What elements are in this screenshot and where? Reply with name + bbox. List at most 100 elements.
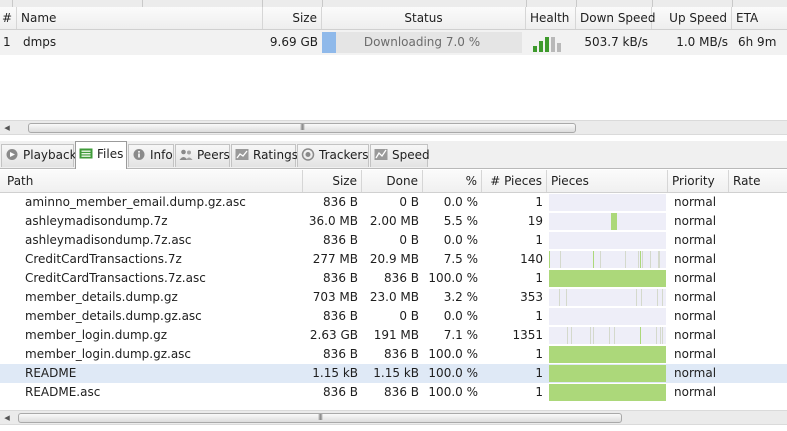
col-done[interactable]: Done: [362, 170, 423, 192]
col-up-speed[interactable]: Up Speed: [652, 7, 732, 29]
tab-files[interactable]: Files: [75, 141, 127, 169]
torrent-name: dmps: [23, 35, 57, 49]
file-done: 836 B: [384, 271, 419, 285]
piece-tick: [567, 327, 568, 344]
file-percent: 100.0 %: [428, 271, 478, 285]
col-health[interactable]: Health: [526, 7, 576, 29]
col-size[interactable]: Size: [263, 7, 322, 29]
torrent-size: 9.69 GB: [269, 35, 318, 49]
file-done: 1.15 kB: [373, 366, 419, 380]
file-percent: 7.1 %: [443, 328, 478, 342]
files-icon: [79, 144, 93, 159]
file-priority: normal: [674, 290, 717, 304]
piece-tick: [660, 327, 661, 344]
detail-tab-bar: Playback Files Info Peers Ratings Tracke…: [0, 141, 787, 169]
tab-info[interactable]: Info: [128, 144, 174, 167]
file-percent: 7.5 %: [443, 252, 478, 266]
file-percent: 100.0 %: [428, 385, 478, 399]
scrollbar-thumb[interactable]: III: [18, 413, 622, 423]
files-header: Path Size Done % # Pieces Pieces Priorit…: [0, 170, 787, 193]
file-size: 836 B: [323, 233, 358, 247]
tab-speed[interactable]: Speed: [370, 144, 430, 167]
tab-peers[interactable]: Peers: [175, 144, 230, 167]
trackers-icon: [301, 147, 315, 161]
piece-tick: [642, 251, 643, 268]
file-path: member_login.dump.gz.asc: [25, 347, 192, 361]
file-done: 0 B: [399, 195, 419, 209]
pieces-fill: [549, 384, 666, 401]
file-size: 836 B: [323, 309, 358, 323]
file-row[interactable]: README.asc 836 B 836 B 100.0 % 1 normal: [0, 383, 787, 402]
scroll-left-icon[interactable]: ◂: [0, 121, 14, 134]
file-path: ashleymadisondump.7z: [25, 214, 168, 228]
file-list: aminno_member_email.dump.gz.asc 836 B 0 B 0…: [0, 193, 787, 403]
piece-tick: [614, 327, 615, 344]
col-pieces[interactable]: Pieces: [547, 170, 668, 192]
file-pieces-count: 1: [535, 309, 543, 323]
top-horizontal-scrollbar[interactable]: ◂ III: [0, 120, 787, 135]
health-bar: [551, 37, 555, 52]
file-row[interactable]: README 1.15 kB 1.15 kB 100.0 % 1 normal: [0, 364, 787, 383]
piece-tick: [593, 327, 594, 344]
pieces-map: [549, 365, 666, 382]
file-row[interactable]: CreditCardTransactions.7z 277 MB 20.9 MB 7.…: [0, 250, 787, 269]
col-status[interactable]: Status: [322, 7, 526, 29]
scrollbar-thumb[interactable]: III: [28, 123, 576, 133]
col-pieces-count[interactable]: # Pieces: [482, 170, 547, 192]
file-size: 277 MB: [312, 252, 358, 266]
file-row[interactable]: aminno_member_email.dump.gz.asc 836 B 0 B 0…: [0, 193, 787, 212]
piece-tick: [593, 251, 594, 268]
piece-tick: [600, 251, 601, 268]
col-rate[interactable]: Rate: [729, 170, 787, 192]
piece-tick: [657, 289, 658, 306]
tab-ratings[interactable]: Ratings: [231, 144, 298, 167]
tab-ratings-label: Ratings: [253, 148, 298, 162]
col-file-size[interactable]: Size: [303, 170, 362, 192]
piece-tick: [662, 327, 663, 344]
piece-tick: [656, 327, 657, 344]
col-down-speed[interactable]: Down Speed: [576, 7, 655, 29]
file-size: 836 B: [323, 347, 358, 361]
col-percent[interactable]: %: [423, 170, 482, 192]
file-row[interactable]: member_details.dump.gz 703 MB 23.0 MB 3.2 %…: [0, 288, 787, 307]
file-row[interactable]: ashleymadisondump.7z 36.0 MB 2.00 MB 5.5 % 1…: [0, 212, 787, 231]
file-done: 0 B: [399, 309, 419, 323]
file-done: 836 B: [384, 347, 419, 361]
col-eta[interactable]: ETA: [732, 7, 787, 29]
torrent-status-text: Downloading 7.0 %: [363, 35, 481, 49]
col-path[interactable]: Path: [3, 170, 303, 192]
tab-trackers[interactable]: Trackers: [297, 144, 369, 167]
piece-tick: [640, 327, 641, 344]
torrent-index: 1: [3, 35, 11, 49]
file-priority: normal: [674, 309, 717, 323]
piece-tick: [640, 251, 641, 268]
file-row[interactable]: ashleymadisondump.7z.asc 836 B 0 B 0.0 % 1 no…: [0, 231, 787, 250]
file-priority: normal: [674, 252, 717, 266]
col-name[interactable]: Name: [17, 7, 263, 29]
file-pieces-count: 1: [535, 385, 543, 399]
file-row[interactable]: CreditCardTransactions.7z.asc 836 B 836 B 1…: [0, 269, 787, 288]
col-index[interactable]: #: [0, 7, 17, 29]
file-row[interactable]: member_login.dump.gz.asc 836 B 836 B 100.0 …: [0, 345, 787, 364]
pieces-map: [549, 270, 666, 287]
file-priority: normal: [674, 385, 717, 399]
file-pieces-count: 1: [535, 233, 543, 247]
file-percent: 100.0 %: [428, 347, 478, 361]
info-icon: [132, 147, 146, 160]
peers-icon: [179, 147, 193, 160]
file-row[interactable]: member_login.dump.gz 2.63 GB 191 MB 7.1 % 13…: [0, 326, 787, 345]
file-pieces-count: 1351: [512, 328, 543, 342]
files-horizontal-scrollbar[interactable]: ◂ III: [0, 410, 787, 425]
pieces-map: [549, 327, 666, 344]
tab-speed-label: Speed: [392, 148, 430, 162]
scroll-left-icon[interactable]: ◂: [0, 411, 14, 424]
tab-playback[interactable]: Playback: [1, 144, 77, 167]
col-priority[interactable]: Priority: [668, 170, 729, 192]
pieces-map: [549, 346, 666, 363]
file-pieces-count: 1: [535, 271, 543, 285]
file-pieces-count: 1: [535, 347, 543, 361]
tab-files-label: Files: [97, 147, 124, 161]
piece-tick: [641, 289, 642, 306]
torrent-row[interactable]: 1 dmps 9.69 GB Downloading 7.0 % 503.7 k…: [0, 30, 787, 55]
file-row[interactable]: member_details.dump.gz.asc 836 B 0 B 0.0 % 1…: [0, 307, 787, 326]
